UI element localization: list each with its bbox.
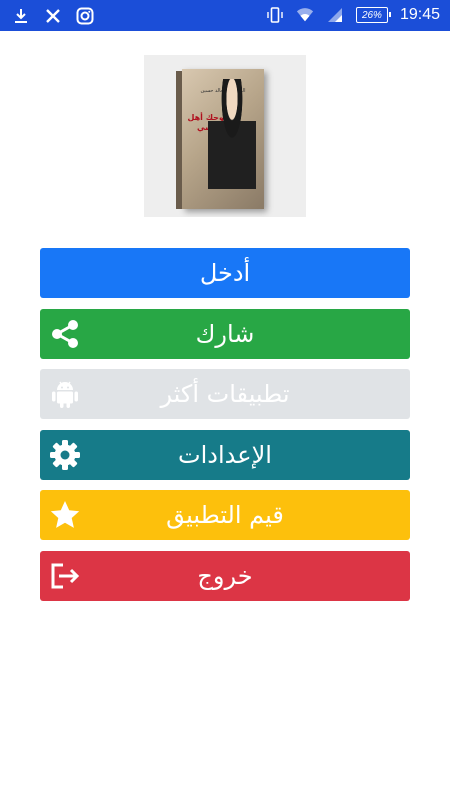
status-bar: 26% 19:45 (0, 0, 450, 31)
android-icon (48, 377, 82, 411)
rate-app-button[interactable]: قيم التطبيق (40, 490, 410, 540)
book: المستشار خالد حسين زوجك أهل باسي (176, 69, 264, 209)
more-apps-button[interactable]: تطبيقات أكثر (40, 369, 410, 419)
settings-button-label: الإعدادات (178, 440, 272, 469)
share-icon (48, 317, 82, 351)
settings-button[interactable]: الإعدادات (40, 429, 410, 480)
vibrate-icon (266, 6, 284, 24)
signal-icon (326, 6, 344, 24)
star-icon (48, 498, 82, 532)
share-button[interactable]: شارك (40, 308, 410, 359)
exit-button[interactable]: خروج (40, 550, 410, 601)
clock: 19:45 (399, 6, 440, 23)
exit-icon (48, 559, 82, 593)
wifi-icon (296, 6, 314, 24)
cover-photo (208, 79, 256, 189)
exit-button-label: خروج (197, 561, 253, 590)
main-menu: أدخل شارك تطبيقات أكثر الإعدادات قيم الت… (40, 248, 410, 611)
more-apps-button-label: تطبيقات أكثر (160, 380, 290, 408)
x-icon (44, 7, 62, 25)
instagram-icon (76, 7, 94, 25)
gear-icon (48, 438, 82, 472)
rate-app-button-label: قيم التطبيق (166, 501, 284, 529)
share-button-label: شارك (195, 319, 255, 348)
book-spine (176, 71, 182, 209)
enter-button-label: أدخل (199, 259, 251, 287)
enter-button[interactable]: أدخل (40, 248, 410, 298)
download-icon (12, 7, 30, 25)
battery-icon: 26% (355, 7, 391, 23)
book-cover-image: المستشار خالد حسين زوجك أهل باسي (144, 55, 306, 217)
